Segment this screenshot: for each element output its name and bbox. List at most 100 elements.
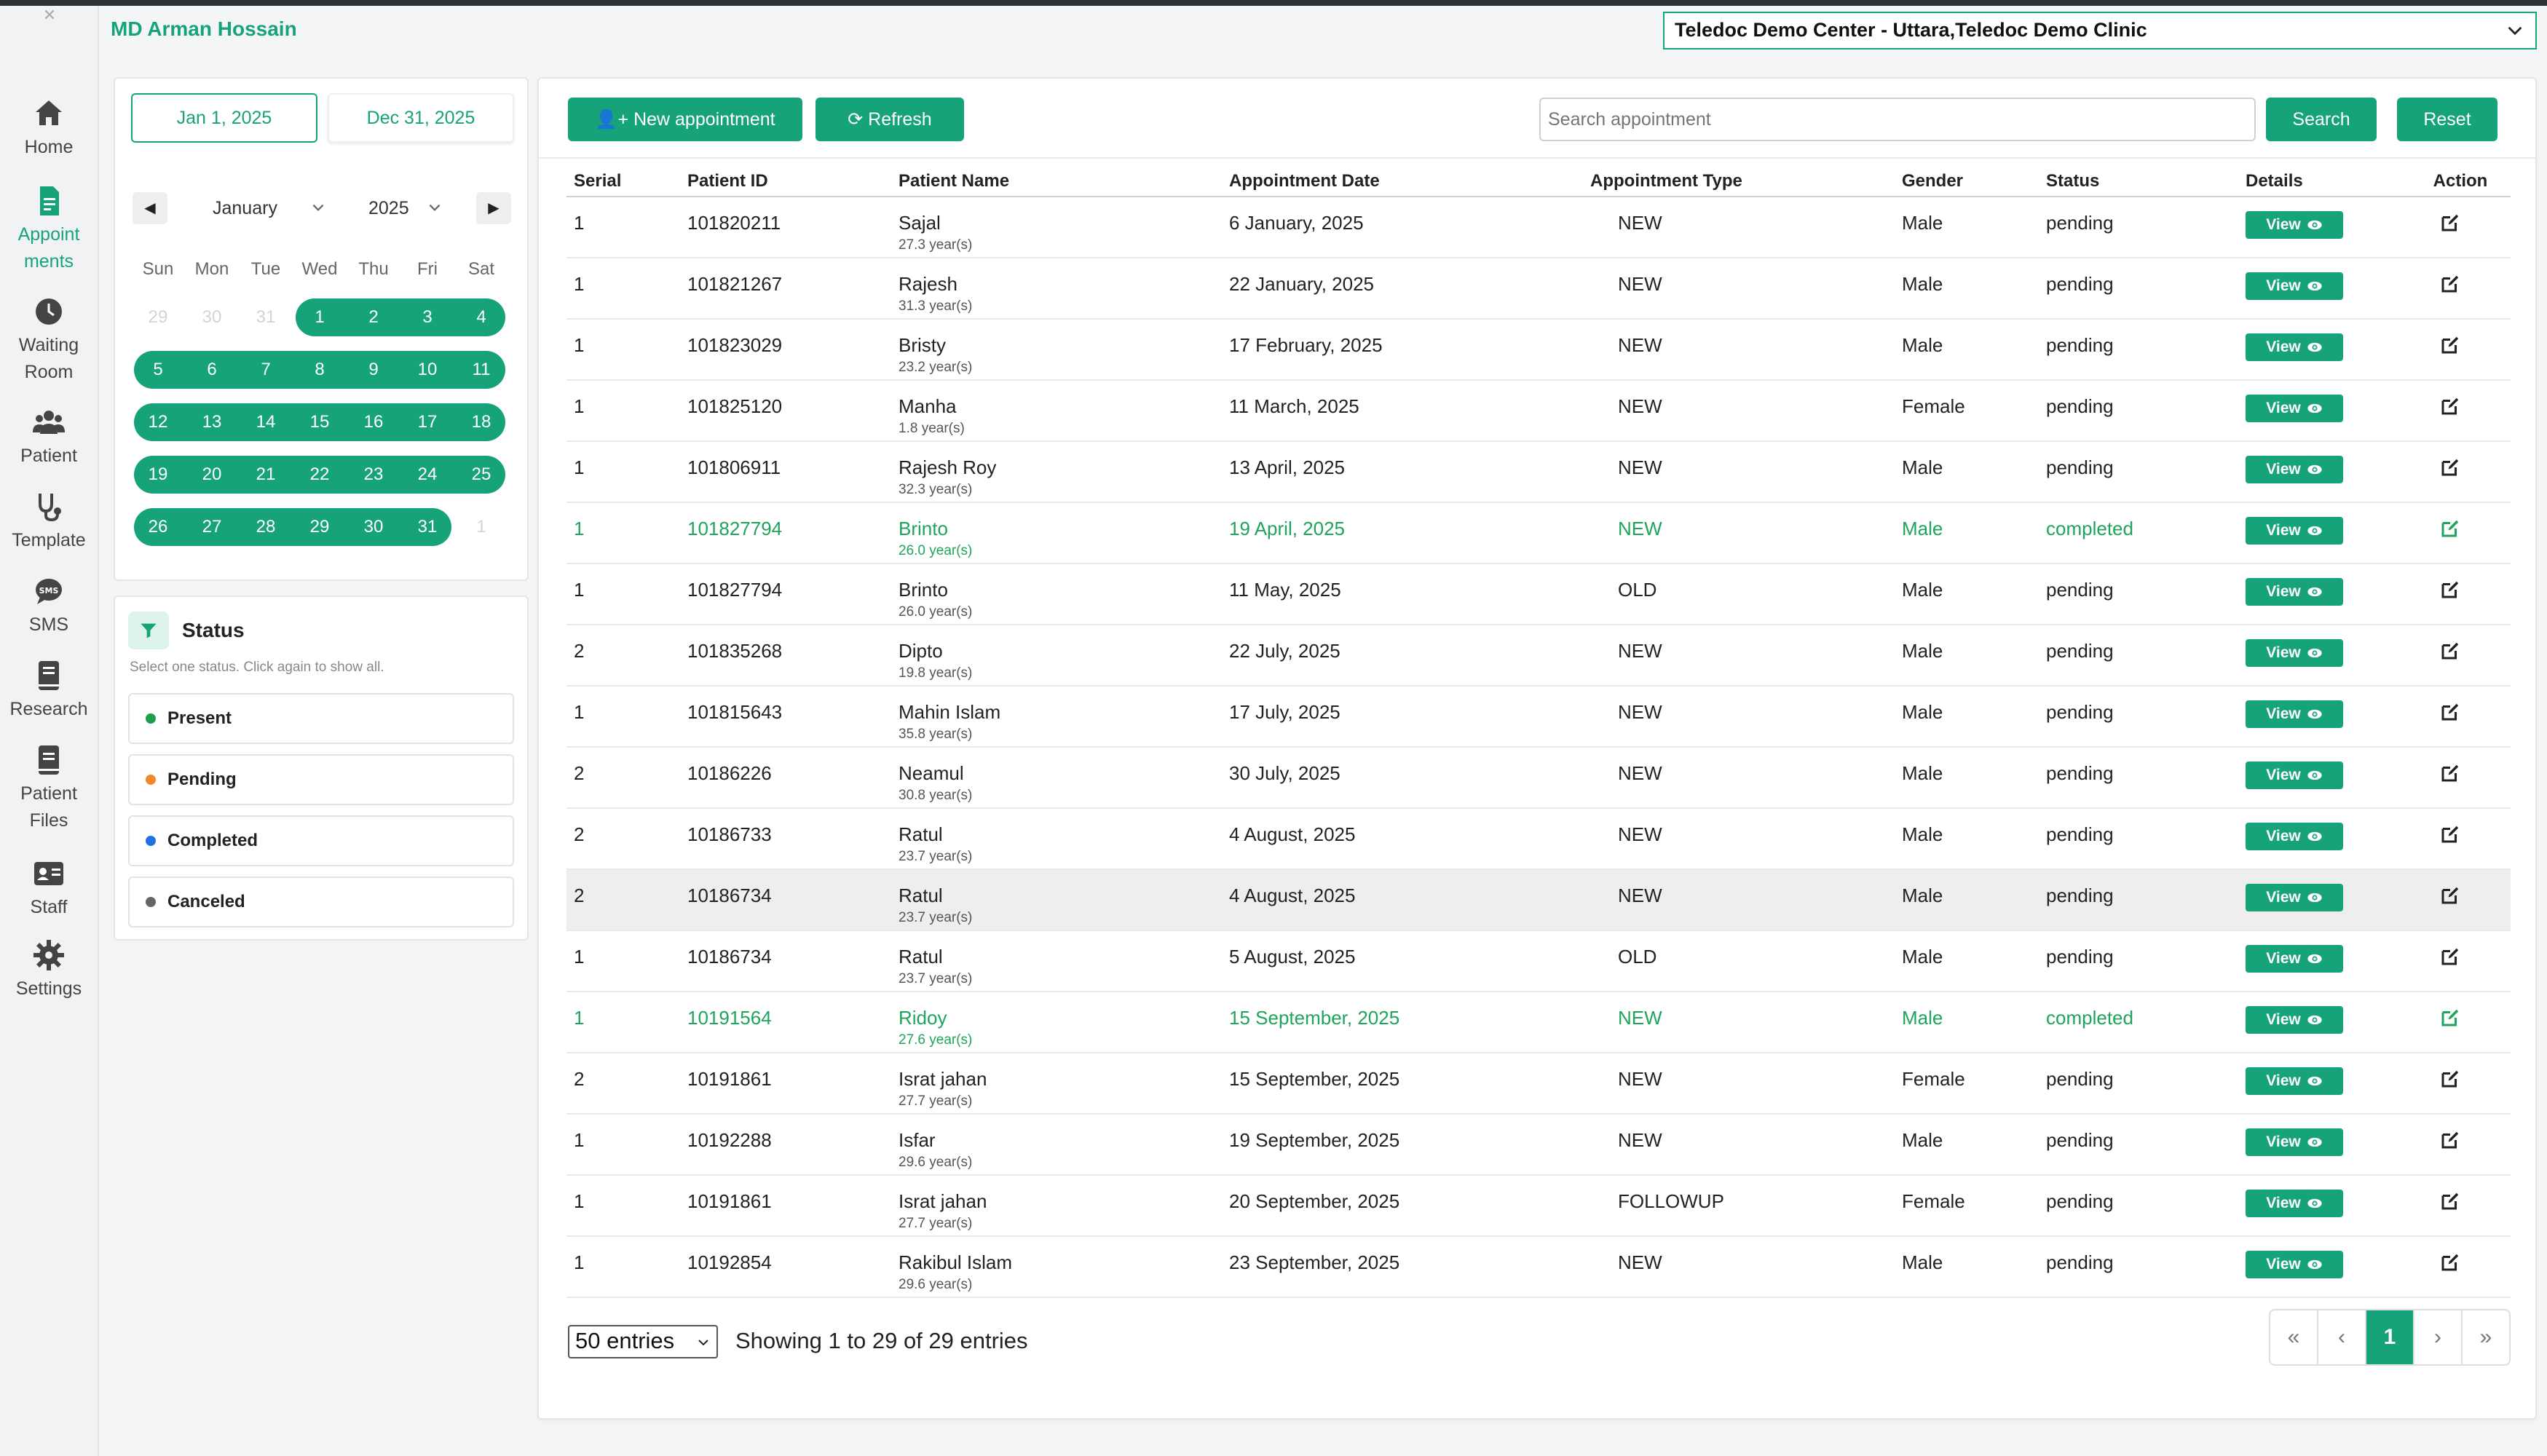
calendar-day[interactable]: 29: [131, 298, 185, 336]
calendar-day[interactable]: 6: [185, 351, 239, 389]
table-row[interactable]: 1 101827794 Brinto 26.0 year(s) 11 May, 2025…: [566, 563, 2511, 625]
calendar-day[interactable]: 26: [131, 508, 185, 546]
next-page-button[interactable]: ›: [2414, 1310, 2463, 1364]
edit-icon[interactable]: [2439, 885, 2461, 906]
view-button[interactable]: View: [2246, 456, 2343, 483]
calendar-day[interactable]: 31: [239, 298, 293, 336]
calendar-day[interactable]: 4: [454, 298, 508, 336]
calendar-day[interactable]: 31: [400, 508, 454, 546]
edit-icon[interactable]: [2439, 1068, 2461, 1090]
table-row[interactable]: 1 101825120 Manha 1.8 year(s) 11 March, 2025…: [566, 380, 2511, 442]
view-button[interactable]: View: [2246, 884, 2343, 911]
calendar-day[interactable]: 25: [454, 456, 508, 494]
table-row[interactable]: 2 10186226 Neamul 30.8 year(s) 30 July, 2025…: [566, 747, 2511, 809]
calendar-day[interactable]: 24: [400, 456, 454, 494]
edit-icon[interactable]: [2439, 762, 2461, 784]
refresh-button[interactable]: ⟳ Refresh: [816, 98, 964, 141]
sidebar-item-staff[interactable]: Staff: [0, 856, 98, 921]
table-row[interactable]: 2 10186734 Ratul 23.7 year(s) 4 August, 2025…: [566, 869, 2511, 931]
table-row[interactable]: 1 101821267 Rajesh 31.3 year(s) 22 January, …: [566, 258, 2511, 320]
edit-icon[interactable]: [2439, 518, 2461, 539]
column-header[interactable]: Details: [2238, 166, 2410, 197]
column-header[interactable]: Patient ID: [680, 166, 891, 197]
edit-icon[interactable]: [2439, 823, 2461, 845]
calendar-day[interactable]: 10: [400, 351, 454, 389]
edit-icon[interactable]: [2439, 1129, 2461, 1151]
edit-icon[interactable]: [2439, 395, 2461, 417]
edit-icon[interactable]: [2439, 701, 2461, 723]
calendar-day[interactable]: 8: [293, 351, 347, 389]
collapse-icon[interactable]: ✕: [39, 6, 60, 24]
table-row[interactable]: 1 10192288 Isfar 29.6 year(s) 19 September, …: [566, 1114, 2511, 1176]
page-1-button[interactable]: 1: [2366, 1310, 2414, 1364]
view-button[interactable]: View: [2246, 395, 2343, 422]
table-row[interactable]: 1 101823029 Bristy 23.2 year(s) 17 February,…: [566, 319, 2511, 381]
column-header[interactable]: Appointment Date: [1222, 166, 1583, 197]
calendar-day[interactable]: 7: [239, 351, 293, 389]
last-page-button[interactable]: »: [2463, 1310, 2509, 1364]
sidebar-item-patient-files[interactable]: Patient Files: [0, 743, 98, 834]
edit-icon[interactable]: [2439, 1190, 2461, 1212]
table-row[interactable]: 1 101815643 Mahin Islam 35.8 year(s) 17 July…: [566, 686, 2511, 748]
calendar-day[interactable]: 3: [400, 298, 454, 336]
clinic-select[interactable]: Teledoc Demo Center - Uttara,Teledoc Dem…: [1663, 12, 2537, 50]
view-button[interactable]: View: [2246, 578, 2343, 606]
status-option-present[interactable]: Present: [128, 693, 514, 744]
calendar-day[interactable]: 20: [185, 456, 239, 494]
view-button[interactable]: View: [2246, 1128, 2343, 1156]
calendar-day[interactable]: 22: [293, 456, 347, 494]
calendar-day[interactable]: 17: [400, 403, 454, 441]
table-row[interactable]: 2 10186733 Ratul 23.7 year(s) 4 August, 2025…: [566, 808, 2511, 870]
status-option-pending[interactable]: Pending: [128, 754, 514, 805]
sidebar-item-home[interactable]: Home: [0, 96, 98, 161]
calendar-day[interactable]: 12: [131, 403, 185, 441]
edit-icon[interactable]: [2439, 212, 2461, 234]
status-option-canceled[interactable]: Canceled: [128, 877, 514, 927]
table-row[interactable]: 1 101806911 Rajesh Roy 32.3 year(s) 13 April…: [566, 441, 2511, 503]
calendar-day[interactable]: 2: [347, 298, 400, 336]
column-header[interactable]: Serial: [566, 166, 680, 197]
column-header[interactable]: Status: [2039, 166, 2238, 197]
calendar-day[interactable]: 5: [131, 351, 185, 389]
status-option-completed[interactable]: Completed: [128, 815, 514, 866]
sidebar-item-patient[interactable]: Patient: [0, 405, 98, 470]
first-page-button[interactable]: «: [2270, 1310, 2318, 1364]
search-input[interactable]: [1539, 98, 2256, 141]
table-row[interactable]: 1 101827794 Brinto 26.0 year(s) 19 April, 20…: [566, 502, 2511, 564]
edit-icon[interactable]: [2439, 1007, 2461, 1029]
view-button[interactable]: View: [2246, 1251, 2343, 1278]
view-button[interactable]: View: [2246, 761, 2343, 789]
edit-icon[interactable]: [2439, 456, 2461, 478]
table-row[interactable]: 2 101835268 Dipto 19.8 year(s) 22 July, 2025…: [566, 625, 2511, 687]
new-appointment-button[interactable]: 👤+ New appointment: [568, 98, 802, 141]
table-row[interactable]: 1 10191861 Israt jahan 27.7 year(s) 20 Septe…: [566, 1175, 2511, 1237]
view-button[interactable]: View: [2246, 272, 2343, 300]
calendar-day[interactable]: 11: [454, 351, 508, 389]
entries-per-page-select[interactable]: 50 entries: [568, 1325, 718, 1358]
view-button[interactable]: View: [2246, 517, 2343, 545]
column-header[interactable]: Patient Name: [891, 166, 1222, 197]
calendar-day[interactable]: 19: [131, 456, 185, 494]
search-button[interactable]: Search: [2266, 98, 2377, 141]
view-button[interactable]: View: [2246, 700, 2343, 728]
view-button[interactable]: View: [2246, 823, 2343, 850]
calendar-day[interactable]: 16: [347, 403, 400, 441]
calendar-day[interactable]: 30: [347, 508, 400, 546]
column-header[interactable]: Gender: [1895, 166, 2039, 197]
calendar-day[interactable]: 27: [185, 508, 239, 546]
edit-icon[interactable]: [2439, 273, 2461, 295]
calendar-day[interactable]: 1: [454, 508, 508, 546]
table-row[interactable]: 1 101820211 Sajal 27.3 year(s) 6 January, 20…: [566, 197, 2511, 258]
calendar-day[interactable]: 23: [347, 456, 400, 494]
table-row[interactable]: 1 10191564 Ridoy 27.6 year(s) 15 September, …: [566, 992, 2511, 1053]
calendar-day[interactable]: 18: [454, 403, 508, 441]
table-row[interactable]: 2 10191861 Israt jahan 27.7 year(s) 15 Septe…: [566, 1053, 2511, 1115]
sidebar-item-waiting-room[interactable]: Waiting Room: [0, 294, 98, 386]
reset-button[interactable]: Reset: [2397, 98, 2497, 141]
edit-icon[interactable]: [2439, 640, 2461, 662]
table-row[interactable]: 1 10192854 Rakibul Islam 29.6 year(s) 23 Sep…: [566, 1236, 2511, 1298]
calendar-day[interactable]: 15: [293, 403, 347, 441]
edit-icon[interactable]: [2439, 1251, 2461, 1273]
calendar-day[interactable]: 28: [239, 508, 293, 546]
calendar-day[interactable]: 13: [185, 403, 239, 441]
